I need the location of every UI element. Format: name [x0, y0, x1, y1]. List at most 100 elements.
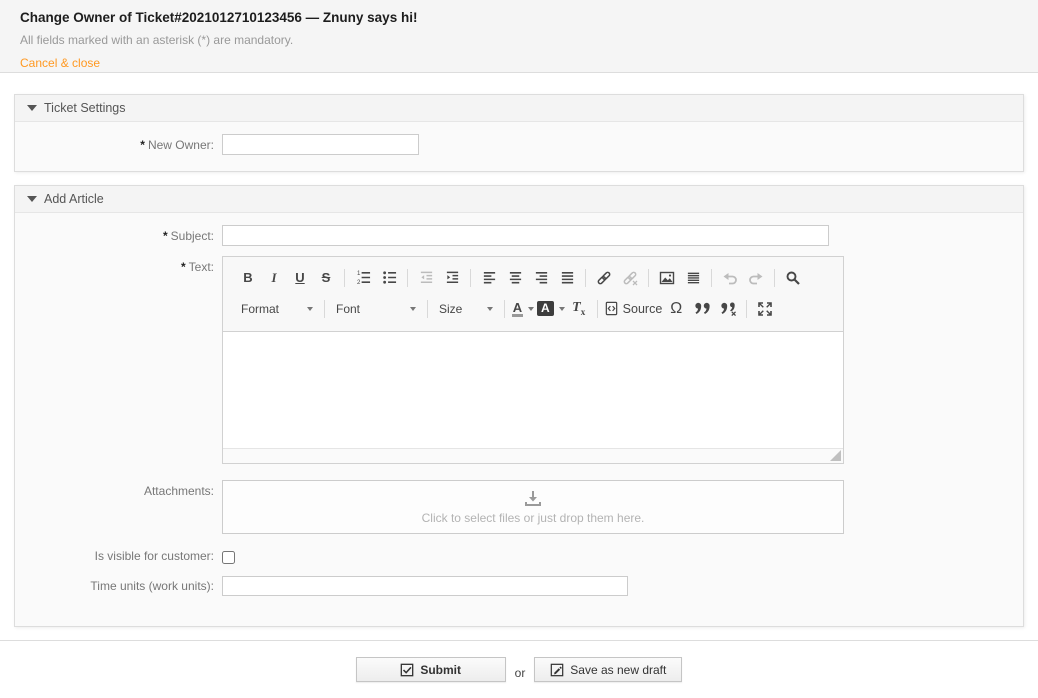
- redo-icon[interactable]: [744, 266, 768, 290]
- align-right-icon[interactable]: [529, 266, 553, 290]
- resize-grip-icon[interactable]: [830, 450, 841, 461]
- chevron-down-icon: [528, 307, 534, 311]
- attachments-dropzone[interactable]: Click to select files or just drop them …: [222, 480, 844, 534]
- insert-image-icon[interactable]: [655, 266, 679, 290]
- horizontal-rule-icon[interactable]: [681, 266, 705, 290]
- size-dropdown[interactable]: Size: [433, 298, 499, 320]
- rich-text-editor: B I U S 12: [222, 256, 844, 464]
- visible-for-customer-row: Is visible for customer:: [15, 548, 1023, 564]
- chevron-down-icon: [559, 307, 565, 311]
- add-article-body: *Subject: *Text: B I U S 12: [15, 213, 1023, 626]
- page-footer: Submit or Save as new draft: [0, 640, 1038, 698]
- svg-text:1: 1: [356, 270, 360, 277]
- widget-ticket-settings: Ticket Settings *New Owner:: [14, 94, 1024, 172]
- submit-check-icon: [400, 663, 414, 677]
- submit-button[interactable]: Submit: [356, 657, 506, 682]
- page-header: Change Owner of Ticket#2021012710123456 …: [0, 0, 1038, 73]
- chevron-down-icon: [410, 307, 416, 311]
- underline-icon[interactable]: U: [288, 266, 312, 290]
- text-label: *Text:: [15, 256, 222, 274]
- remove-quote-icon[interactable]: [716, 297, 740, 321]
- toolbar-row-1: B I U S 12: [235, 262, 835, 293]
- justify-icon[interactable]: [555, 266, 579, 290]
- subject-label: *Subject:: [15, 229, 222, 243]
- toolbar-separator: [344, 269, 345, 287]
- remove-format-icon[interactable]: Tx: [567, 297, 591, 321]
- numbered-list-icon[interactable]: 12: [351, 266, 375, 290]
- new-owner-row: *New Owner:: [15, 134, 1023, 155]
- collapse-triangle-icon: [27, 105, 37, 111]
- content: Ticket Settings *New Owner: Add Article …: [0, 73, 1038, 627]
- source-button[interactable]: Source: [604, 297, 663, 321]
- unlink-icon[interactable]: [618, 266, 642, 290]
- new-owner-label: *New Owner:: [15, 138, 222, 152]
- widget-add-article: Add Article *Subject: *Text: B I U: [14, 185, 1024, 627]
- visible-for-customer-checkbox[interactable]: [222, 551, 235, 564]
- or-text: or: [515, 666, 526, 680]
- ticket-settings-body: *New Owner:: [15, 122, 1023, 171]
- align-center-icon[interactable]: [503, 266, 527, 290]
- chevron-down-icon: [487, 307, 493, 311]
- editor-status-bar: [223, 448, 843, 463]
- subject-input[interactable]: [222, 225, 829, 246]
- page-title: Change Owner of Ticket#2021012710123456 …: [20, 10, 1018, 25]
- background-color-icon[interactable]: A: [537, 297, 565, 321]
- ticket-settings-header[interactable]: Ticket Settings: [15, 95, 1023, 122]
- strikethrough-icon[interactable]: S: [314, 266, 338, 290]
- cancel-close-link[interactable]: Cancel & close: [20, 56, 100, 70]
- bulleted-list-icon[interactable]: [377, 266, 401, 290]
- toolbar-separator: [774, 269, 775, 287]
- toolbar-separator: [585, 269, 586, 287]
- italic-icon[interactable]: I: [262, 266, 286, 290]
- format-dropdown[interactable]: Format: [235, 298, 319, 320]
- text-color-icon[interactable]: A: [511, 297, 535, 321]
- find-icon[interactable]: [781, 266, 805, 290]
- attachments-label: Attachments:: [15, 480, 222, 498]
- undo-icon[interactable]: [718, 266, 742, 290]
- toolbar-separator: [470, 269, 471, 287]
- mandatory-marker: *: [181, 260, 186, 274]
- indent-icon[interactable]: [440, 266, 464, 290]
- ticket-settings-title: Ticket Settings: [44, 101, 126, 115]
- toolbar-separator: [746, 300, 747, 318]
- subject-row: *Subject:: [15, 225, 1023, 246]
- save-draft-button[interactable]: Save as new draft: [534, 657, 682, 682]
- collapse-triangle-icon: [27, 196, 37, 202]
- insert-quote-icon[interactable]: [690, 297, 714, 321]
- upload-icon: [523, 490, 543, 508]
- time-units-input[interactable]: [222, 576, 628, 596]
- visible-for-customer-label: Is visible for customer:: [15, 548, 222, 563]
- toolbar-separator: [597, 300, 598, 318]
- time-units-label: Time units (work units):: [15, 579, 222, 593]
- mandatory-marker: *: [163, 229, 168, 243]
- font-dropdown[interactable]: Font: [330, 298, 422, 320]
- outdent-icon[interactable]: [414, 266, 438, 290]
- source-label: Source: [623, 302, 663, 316]
- add-article-header[interactable]: Add Article: [15, 186, 1023, 213]
- maximize-icon[interactable]: [753, 297, 777, 321]
- svg-text:2: 2: [356, 279, 360, 285]
- text-row: *Text: B I U S 12: [15, 256, 1023, 464]
- toolbar-separator: [711, 269, 712, 287]
- time-units-row: Time units (work units):: [15, 576, 1023, 596]
- toolbar-separator: [648, 269, 649, 287]
- new-owner-input[interactable]: [222, 134, 419, 155]
- toolbar-separator: [427, 300, 428, 318]
- toolbar-row-2: Format Font Size A A Tx Source Ω: [235, 293, 835, 324]
- special-character-icon[interactable]: Ω: [664, 297, 688, 321]
- add-article-title: Add Article: [44, 192, 104, 206]
- link-icon[interactable]: [592, 266, 616, 290]
- bold-icon[interactable]: B: [236, 266, 260, 290]
- toolbar-separator: [324, 300, 325, 318]
- mandatory-marker: *: [140, 138, 145, 152]
- chevron-down-icon: [307, 307, 313, 311]
- mandatory-hint: All fields marked with an asterisk (*) a…: [20, 33, 1018, 47]
- editor-text-area[interactable]: [223, 332, 843, 448]
- align-left-icon[interactable]: [477, 266, 501, 290]
- draft-pencil-icon: [550, 663, 564, 677]
- attachments-row: Attachments: Click to select files or ju…: [15, 480, 1023, 534]
- editor-toolbar: B I U S 12: [223, 257, 843, 332]
- toolbar-separator: [407, 269, 408, 287]
- toolbar-separator: [504, 300, 505, 318]
- dropzone-hint: Click to select files or just drop them …: [422, 511, 645, 525]
